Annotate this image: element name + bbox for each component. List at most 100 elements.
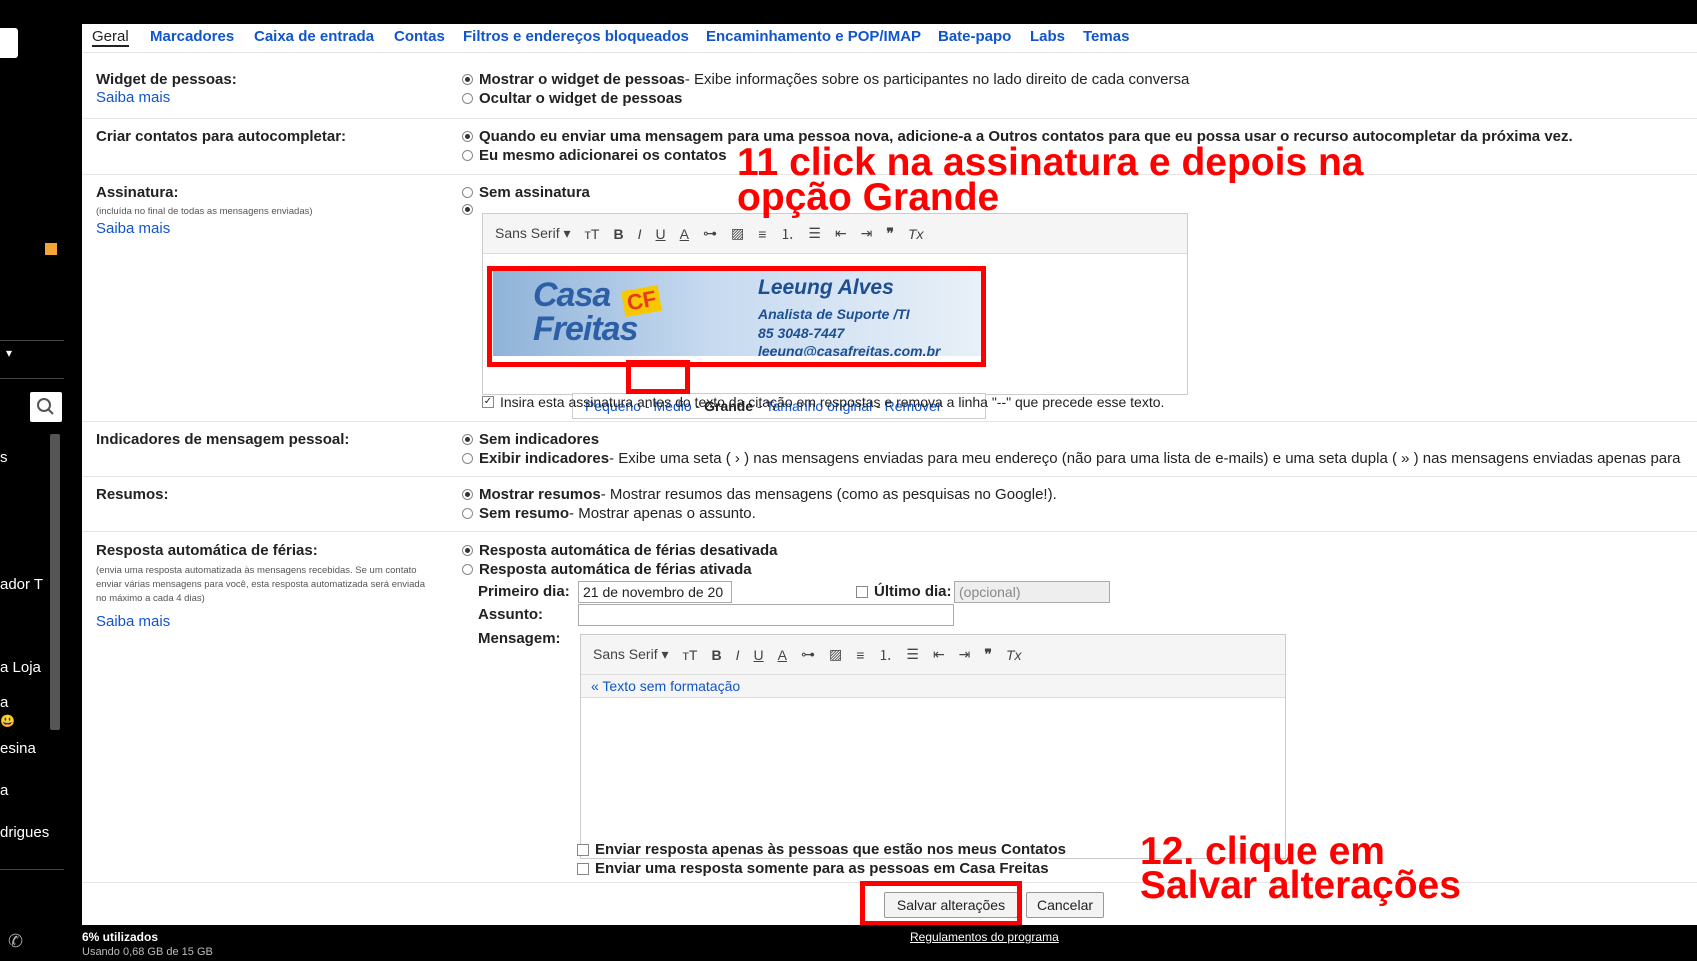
bulleted-list-icon[interactable]: ☰ bbox=[808, 225, 821, 242]
tab-labs[interactable]: Labs bbox=[1030, 28, 1065, 45]
align-icon[interactable]: ≡ bbox=[856, 647, 864, 663]
sidebar-item[interactable]: ador T bbox=[0, 576, 43, 593]
first-day-input[interactable]: 21 de novembro de 20 bbox=[578, 581, 732, 603]
link-icon[interactable]: ⊶ bbox=[801, 646, 815, 663]
tab-temas[interactable]: Temas bbox=[1083, 28, 1129, 45]
first-day-label: Primeiro dia: bbox=[478, 583, 570, 600]
insert-before-quote-option[interactable]: ✓ Insira esta assinatura antes do texto d… bbox=[482, 394, 1164, 410]
text-color-icon[interactable]: A bbox=[680, 226, 689, 242]
indent-more-icon[interactable]: ⇥ bbox=[959, 646, 971, 663]
radio-button[interactable] bbox=[462, 187, 473, 198]
font-select[interactable]: Sans Serif ▾ bbox=[593, 646, 669, 663]
sidebar-item[interactable]: a bbox=[0, 782, 8, 799]
hide-people-widget-option[interactable]: Ocultar o widget de pessoas bbox=[462, 90, 682, 107]
radio-button[interactable] bbox=[462, 131, 473, 142]
sidebar-divider bbox=[0, 340, 64, 341]
image-icon[interactable]: ▨ bbox=[731, 225, 744, 242]
indent-less-icon[interactable]: ⇤ bbox=[835, 225, 847, 242]
chevron-down-icon[interactable]: ▾ bbox=[6, 346, 12, 360]
compose-button-edge[interactable] bbox=[0, 28, 18, 58]
radio-button[interactable] bbox=[462, 508, 473, 519]
search-icon[interactable] bbox=[30, 392, 62, 422]
phone-icon[interactable]: ✆ bbox=[8, 931, 23, 952]
sidebar-item[interactable]: s bbox=[0, 449, 8, 466]
no-indicators-option[interactable]: Sem indicadores bbox=[462, 431, 599, 448]
link-icon[interactable]: ⊶ bbox=[703, 225, 717, 242]
checkbox[interactable] bbox=[856, 585, 868, 598]
sidebar-item[interactable]: esina bbox=[0, 740, 36, 757]
italic-icon[interactable]: I bbox=[736, 647, 740, 663]
text-color-icon[interactable]: A bbox=[778, 647, 787, 663]
radio-button[interactable] bbox=[462, 204, 473, 215]
vacation-message-editor[interactable]: Sans Serif ▾ тT B I U A ⊶ ▨ ≡ ⒈ ☰ ⇤ ⇥ ❞ … bbox=[580, 634, 1286, 859]
only-contacts-option[interactable]: Enviar resposta apenas às pessoas que es… bbox=[577, 841, 1066, 858]
quote-icon[interactable]: ❞ bbox=[886, 225, 894, 242]
clear-formatting-icon[interactable]: Tx bbox=[1006, 647, 1022, 663]
radio-button[interactable] bbox=[462, 74, 473, 85]
formatting-toolbar: Sans Serif ▾ тT B I U A ⊶ ▨ ≡ ⒈ ☰ ⇤ ⇥ ❞ … bbox=[581, 635, 1285, 675]
bold-icon[interactable]: B bbox=[711, 647, 721, 663]
vacation-on-option[interactable]: Resposta automática de férias ativada bbox=[462, 561, 752, 578]
radio-button[interactable] bbox=[462, 93, 473, 104]
sidebar-scrollbar[interactable] bbox=[50, 434, 60, 730]
clear-formatting-icon[interactable]: Tx bbox=[908, 226, 924, 242]
last-day-input[interactable]: (opcional) bbox=[954, 581, 1110, 603]
font-size-icon[interactable]: тT bbox=[585, 226, 600, 242]
tab-bate-papo[interactable]: Bate-papo bbox=[938, 28, 1011, 45]
learn-more-link[interactable]: Saiba mais bbox=[96, 613, 170, 630]
subject-input[interactable] bbox=[578, 604, 954, 626]
checkbox[interactable]: ✓ bbox=[482, 396, 494, 408]
learn-more-link[interactable]: Saiba mais bbox=[96, 220, 170, 237]
quote-icon[interactable]: ❞ bbox=[984, 646, 992, 663]
checkbox[interactable] bbox=[577, 862, 589, 875]
tab-filtros[interactable]: Filtros e endereços bloqueados bbox=[463, 28, 689, 45]
font-size-icon[interactable]: тT bbox=[683, 647, 698, 663]
tab-caixa-de-entrada[interactable]: Caixa de entrada bbox=[254, 28, 374, 45]
show-people-widget-option[interactable]: Mostrar o widget de pessoas - Exibe info… bbox=[462, 71, 1189, 88]
indent-more-icon[interactable]: ⇥ bbox=[861, 225, 873, 242]
learn-more-link[interactable]: Saiba mais bbox=[96, 89, 170, 106]
bulleted-list-icon[interactable]: ☰ bbox=[906, 646, 919, 663]
no-snippets-option[interactable]: Sem resumo - Mostrar apenas o assunto. bbox=[462, 505, 756, 522]
vacation-off-option[interactable]: Resposta automática de férias desativada bbox=[462, 542, 777, 559]
checkbox[interactable] bbox=[577, 843, 589, 856]
radio-button[interactable] bbox=[462, 150, 473, 161]
radio-button[interactable] bbox=[462, 453, 473, 464]
footer: 6% utilizados Usando 0,68 GB de 15 GB Re… bbox=[82, 925, 1697, 961]
show-snippets-option[interactable]: Mostrar resumos - Mostrar resumos das me… bbox=[462, 486, 1057, 503]
numbered-list-icon[interactable]: ⒈ bbox=[878, 645, 892, 665]
tab-geral[interactable]: Geral bbox=[92, 28, 129, 47]
show-indicators-option[interactable]: Exibir indicadores - Exibe uma seta ( › … bbox=[462, 450, 1680, 467]
underline-icon[interactable]: U bbox=[754, 647, 764, 663]
radio-button[interactable] bbox=[462, 564, 473, 575]
tab-contas[interactable]: Contas bbox=[394, 28, 445, 45]
only-domain-option[interactable]: Enviar uma resposta somente para as pess… bbox=[577, 860, 1049, 877]
tab-marcadores[interactable]: Marcadores bbox=[150, 28, 234, 45]
tab-encaminhamento[interactable]: Encaminhamento e POP/IMAP bbox=[706, 28, 921, 45]
font-select[interactable]: Sans Serif ▾ bbox=[495, 225, 571, 242]
indent-less-icon[interactable]: ⇤ bbox=[933, 646, 945, 663]
program-policies-link[interactable]: Regulamentos do programa bbox=[910, 930, 1059, 944]
radio-button[interactable] bbox=[462, 489, 473, 500]
image-icon[interactable]: ▨ bbox=[829, 646, 842, 663]
underline-icon[interactable]: U bbox=[656, 226, 666, 242]
sidebar-item[interactable]: a Loja bbox=[0, 659, 41, 676]
numbered-list-icon[interactable]: ⒈ bbox=[780, 224, 794, 244]
cancel-button[interactable]: Cancelar bbox=[1026, 892, 1104, 918]
no-signature-option[interactable]: Sem assinatura bbox=[462, 184, 590, 201]
sidebar-item[interactable]: a bbox=[0, 694, 8, 711]
last-day-option[interactable]: Último dia: bbox=[856, 583, 952, 600]
highlight-box bbox=[626, 360, 690, 394]
signature-note: (incluída no final de todas as mensagens… bbox=[96, 206, 313, 217]
align-icon[interactable]: ≡ bbox=[758, 226, 766, 242]
highlight-box bbox=[487, 266, 986, 367]
autocomplete-manual-option[interactable]: Eu mesmo adicionarei os contatos bbox=[462, 147, 727, 164]
bold-icon[interactable]: B bbox=[613, 226, 623, 242]
custom-signature-option[interactable] bbox=[462, 204, 479, 215]
italic-icon[interactable]: I bbox=[638, 226, 642, 242]
sidebar-item[interactable]: drigues bbox=[0, 824, 49, 841]
plain-text-link[interactable]: « Texto sem formatação bbox=[591, 678, 740, 694]
top-bar bbox=[0, 0, 1697, 24]
radio-button[interactable] bbox=[462, 545, 473, 556]
radio-button[interactable] bbox=[462, 434, 473, 445]
